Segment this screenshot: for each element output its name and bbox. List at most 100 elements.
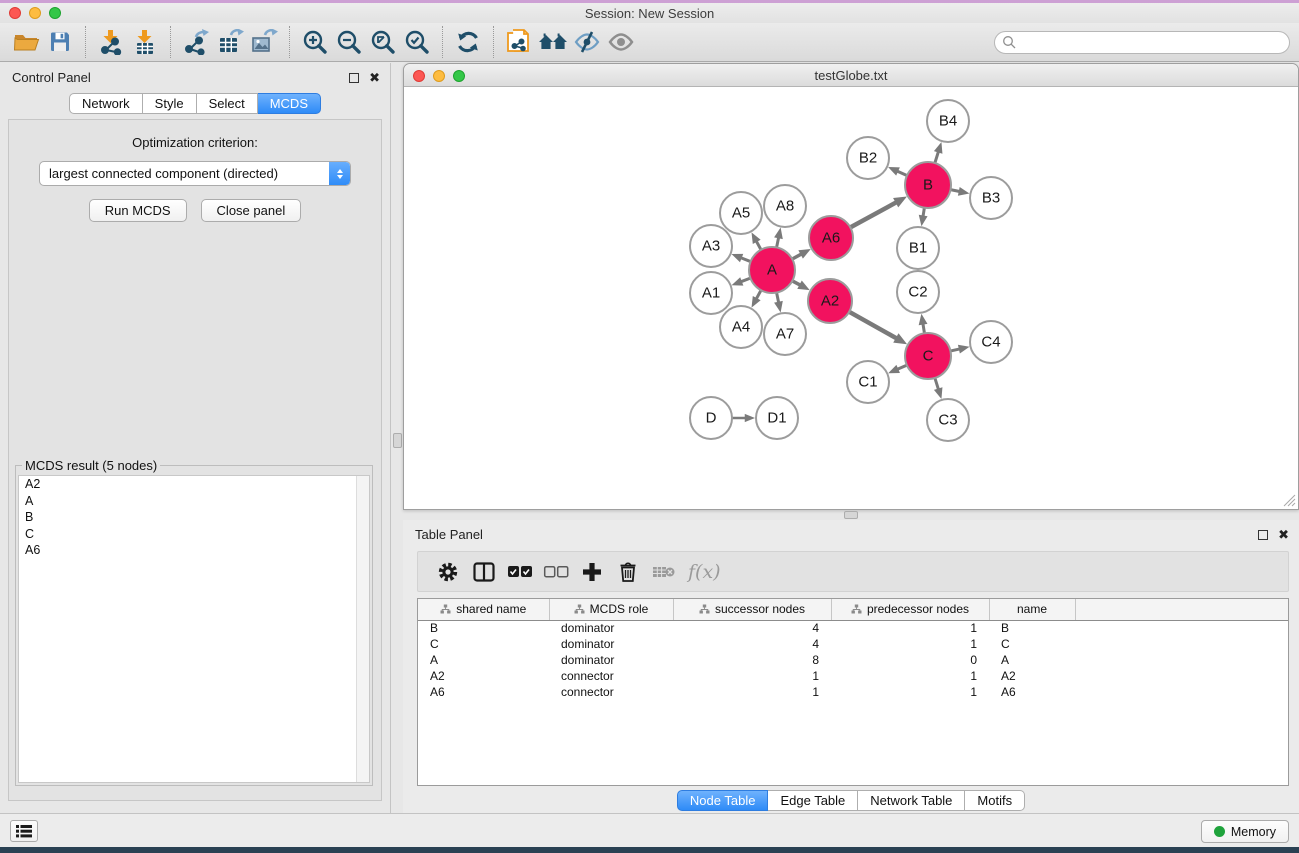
zoom-selected-button[interactable] [400, 26, 434, 58]
column-header-name[interactable]: name [989, 599, 1075, 620]
zoom-in-button[interactable] [298, 26, 332, 58]
deselect-all-button[interactable] [538, 555, 574, 589]
mcds-result-item[interactable]: C [19, 526, 369, 543]
graph-node-C2[interactable]: C2 [897, 271, 939, 313]
table-cell[interactable]: dominator [549, 652, 673, 668]
delete-table-button[interactable] [646, 555, 682, 589]
table-cell[interactable]: A6 [418, 684, 549, 700]
network-graph-canvas[interactable]: AA6A2BCA1A3A4A5A7A8B1B2B3B4C1C2C3C4DD1 [404, 87, 1298, 509]
table-cell[interactable]: 0 [831, 652, 989, 668]
run-mcds-button[interactable]: Run MCDS [89, 199, 187, 222]
tab-motifs[interactable]: Motifs [965, 790, 1025, 811]
table-cell[interactable]: A [989, 652, 1075, 668]
memory-button[interactable]: Memory [1201, 820, 1289, 843]
column-header-predecessor-nodes[interactable]: predecessor nodes [831, 599, 989, 620]
table-cell[interactable]: A2 [989, 668, 1075, 684]
graph-node-C1[interactable]: C1 [847, 361, 889, 403]
table-cell[interactable]: C [418, 636, 549, 652]
mcds-result-item[interactable]: B [19, 509, 369, 526]
table-cell[interactable]: 4 [673, 620, 831, 636]
table-cell[interactable]: 1 [831, 620, 989, 636]
close-window-button[interactable] [9, 7, 21, 19]
graph-node-B1[interactable]: B1 [897, 227, 939, 269]
graph-node-A4[interactable]: A4 [720, 306, 762, 348]
close-table-panel-icon[interactable]: ✖ [1278, 530, 1289, 540]
graph-node-B[interactable]: B [905, 162, 951, 208]
table-cell[interactable]: connector [549, 684, 673, 700]
graph-node-C[interactable]: C [905, 333, 951, 379]
import-network-button[interactable] [94, 26, 128, 58]
result-list-scrollbar[interactable] [356, 476, 369, 782]
tab-network-table[interactable]: Network Table [858, 790, 965, 811]
hide-graphics-details-button[interactable] [570, 26, 604, 58]
zoom-window-button[interactable] [49, 7, 61, 19]
column-header-successor-nodes[interactable]: successor nodes [673, 599, 831, 620]
table-row[interactable]: Bdominator41B [418, 620, 1288, 636]
table-settings-button[interactable] [430, 555, 466, 589]
zoom-out-button[interactable] [332, 26, 366, 58]
delete-column-button[interactable] [610, 555, 646, 589]
graph-node-A3[interactable]: A3 [690, 225, 732, 267]
table-cell[interactable]: 8 [673, 652, 831, 668]
graph-node-D1[interactable]: D1 [756, 397, 798, 439]
float-panel-icon[interactable] [349, 73, 359, 83]
table-cell[interactable]: 4 [673, 636, 831, 652]
table-cell[interactable]: connector [549, 668, 673, 684]
import-table-button[interactable] [128, 26, 162, 58]
table-cell[interactable]: C [989, 636, 1075, 652]
table-row[interactable]: A6connector11A6 [418, 684, 1288, 700]
graph-node-B2[interactable]: B2 [847, 137, 889, 179]
table-cell[interactable]: 1 [831, 684, 989, 700]
table-cell[interactable]: A2 [418, 668, 549, 684]
graph-node-C4[interactable]: C4 [970, 321, 1012, 363]
search-input[interactable] [994, 31, 1290, 54]
graph-node-A7[interactable]: A7 [764, 313, 806, 355]
graph-node-A6[interactable]: A6 [809, 216, 853, 260]
close-panel-button[interactable]: Close panel [201, 199, 302, 222]
mcds-result-item[interactable]: A [19, 493, 369, 510]
mcds-result-item[interactable]: A6 [19, 542, 369, 559]
graph-node-A[interactable]: A [749, 247, 795, 293]
new-network-from-file-button[interactable] [502, 26, 536, 58]
zoom-fit-button[interactable] [366, 26, 400, 58]
tab-edge-table[interactable]: Edge Table [768, 790, 858, 811]
graph-node-A8[interactable]: A8 [764, 185, 806, 227]
network-minimize-button[interactable] [433, 70, 445, 82]
graph-node-A1[interactable]: A1 [690, 272, 732, 314]
table-cell[interactable]: 1 [673, 684, 831, 700]
export-image-button[interactable] [247, 26, 281, 58]
add-column-button[interactable] [574, 555, 610, 589]
tab-mcds[interactable]: MCDS [258, 93, 321, 114]
table-cell[interactable]: B [418, 620, 549, 636]
save-session-button[interactable] [43, 26, 77, 58]
task-history-button[interactable] [10, 820, 38, 842]
horizontal-splitter-handle[interactable] [844, 511, 858, 519]
open-session-button[interactable] [9, 26, 43, 58]
network-zoom-button[interactable] [453, 70, 465, 82]
column-header-mcds-role[interactable]: MCDS role [549, 599, 673, 620]
network-close-button[interactable] [413, 70, 425, 82]
graph-node-D[interactable]: D [690, 397, 732, 439]
graph-node-B3[interactable]: B3 [970, 177, 1012, 219]
tab-style[interactable]: Style [143, 93, 197, 114]
table-cell[interactable]: dominator [549, 620, 673, 636]
export-network-button[interactable] [179, 26, 213, 58]
vertical-splitter-handle[interactable] [393, 433, 402, 448]
tab-select[interactable]: Select [197, 93, 258, 114]
float-table-panel-icon[interactable] [1258, 530, 1268, 540]
graph-node-C3[interactable]: C3 [927, 399, 969, 441]
show-graphics-details-button[interactable] [604, 26, 638, 58]
graph-node-A5[interactable]: A5 [720, 192, 762, 234]
table-row[interactable]: A2connector11A2 [418, 668, 1288, 684]
column-manager-button[interactable] [466, 555, 502, 589]
table-row[interactable]: Adominator80A [418, 652, 1288, 668]
close-panel-icon[interactable]: ✖ [369, 73, 380, 83]
function-builder-button[interactable]: f(x) [688, 561, 721, 583]
table-row[interactable]: Cdominator41C [418, 636, 1288, 652]
tab-network[interactable]: Network [69, 93, 143, 114]
refresh-layout-button[interactable] [451, 26, 485, 58]
mcds-result-item[interactable]: A2 [19, 476, 369, 493]
table-cell[interactable]: 1 [673, 668, 831, 684]
graph-node-A2[interactable]: A2 [808, 279, 852, 323]
graph-edge-A6-B[interactable] [849, 202, 897, 228]
